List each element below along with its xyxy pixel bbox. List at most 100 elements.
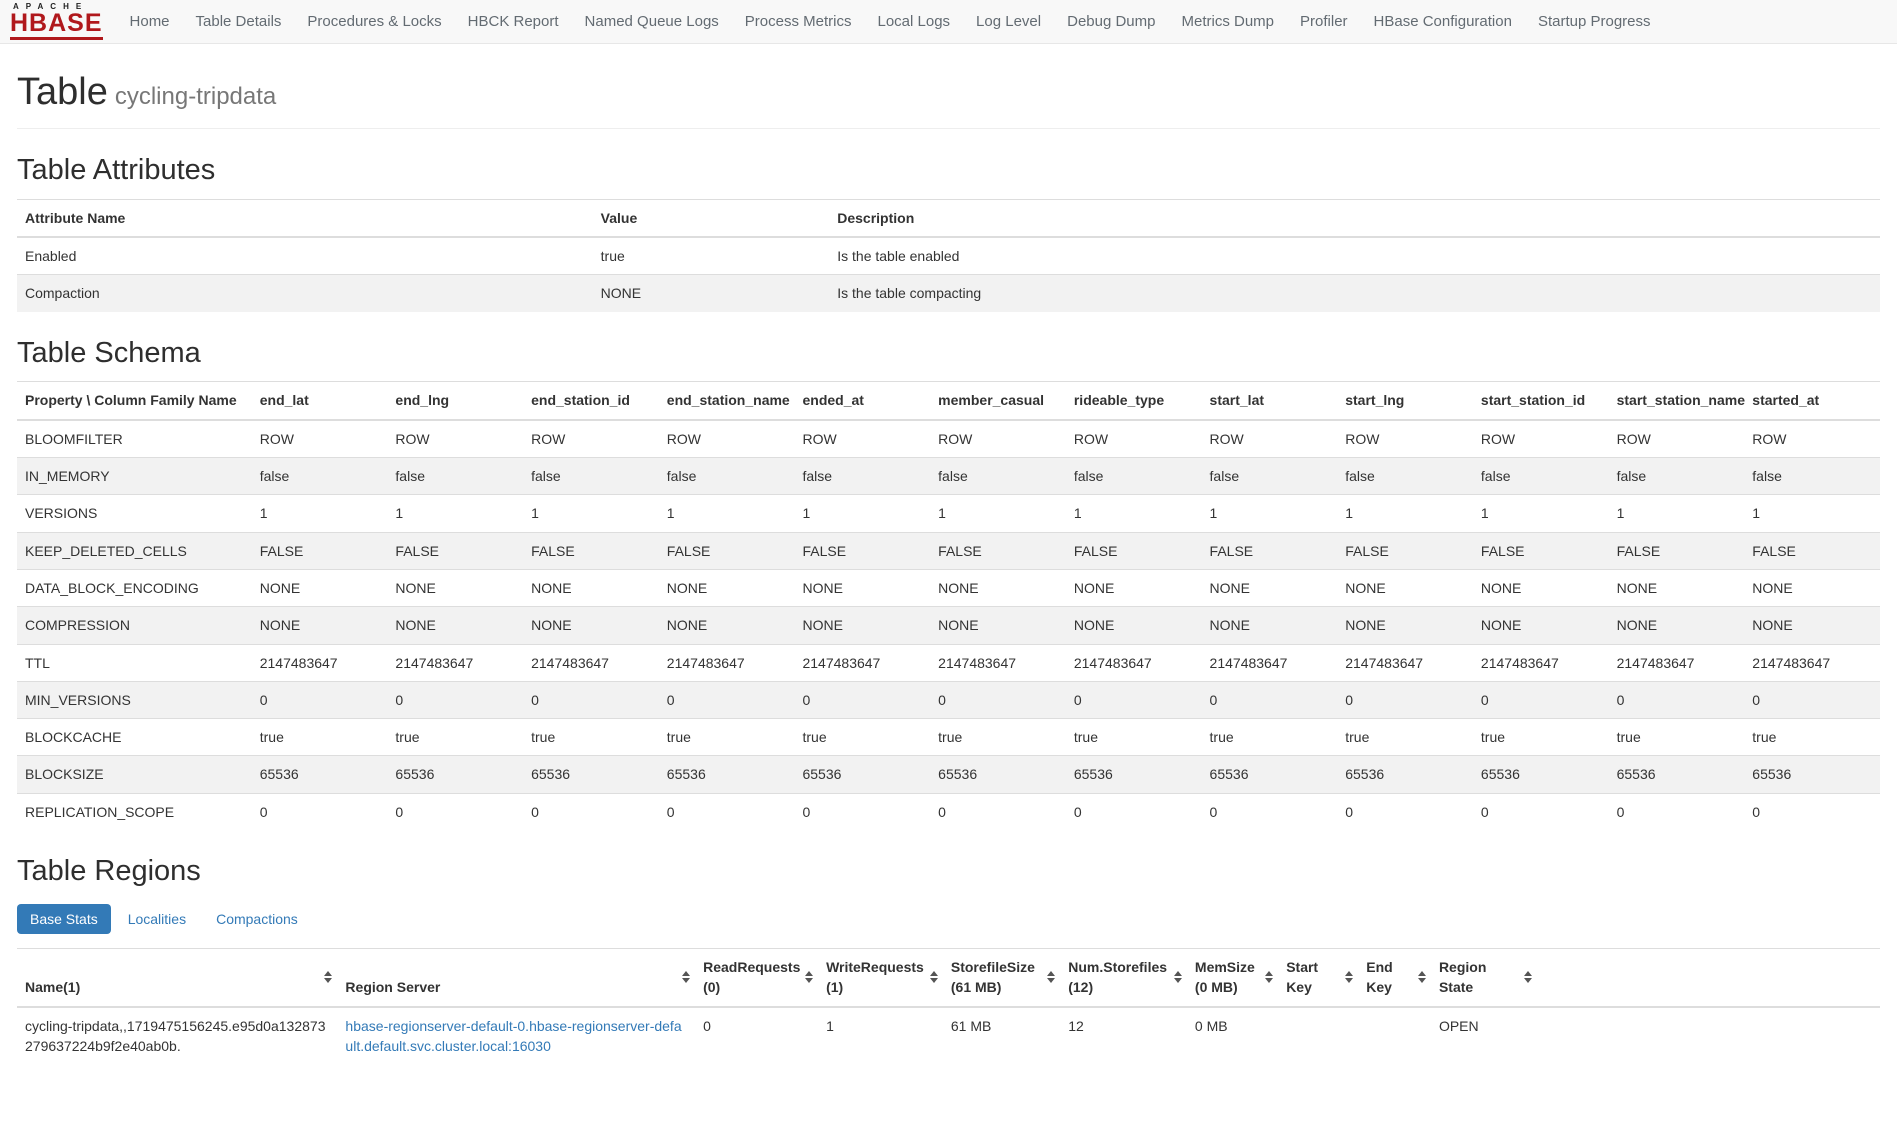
schema-value-cell: 0 [252,793,388,830]
regions-col-storefilesize-61-mb[interactable]: StorefileSize (61 MB) [943,948,1060,1006]
schema-value-cell: 0 [1202,793,1338,830]
nav-item-table-details[interactable]: Table Details [183,1,295,42]
schema-col-ended-at: ended_at [794,382,930,420]
schema-value-cell: 0 [1337,793,1473,830]
schema-table: Property \ Column Family Nameend_latend_… [17,381,1880,830]
schema-value-cell: 65536 [794,756,930,793]
nav-item-process-metrics[interactable]: Process Metrics [732,1,865,42]
schema-value-cell: 0 [252,681,388,718]
schema-value-cell: 1 [1744,495,1880,532]
schema-value-cell: 0 [1473,681,1609,718]
schema-value-cell: ROW [1744,420,1880,458]
regions-col-memsize-0-mb[interactable]: MemSize (0 MB) [1187,948,1278,1006]
schema-value-cell: 0 [387,793,523,830]
attr-col-value: Value [593,199,830,237]
region-cell-name: cycling-tripdata,,1719475156245.e95d0a13… [17,1007,337,1065]
schema-value-cell: ROW [387,420,523,458]
tab-base-stats[interactable]: Base Stats [17,904,111,934]
nav-item-startup-progress[interactable]: Startup Progress [1525,1,1664,42]
schema-value-cell: NONE [794,607,930,644]
schema-value-cell: true [930,719,1066,756]
tab-localities[interactable]: Localities [115,904,199,934]
schema-value-cell: ROW [523,420,659,458]
schema-col-start-lng: start_lng [1337,382,1473,420]
nav-item-metrics-dump[interactable]: Metrics Dump [1169,1,1288,42]
logo-hbase-text: HBASE [10,12,103,40]
schema-value-cell: FALSE [930,532,1066,569]
sort-icon[interactable] [805,971,813,983]
schema-row-replication-scope: REPLICATION_SCOPE000000000000 [17,793,1880,830]
schema-value-cell: 65536 [1337,756,1473,793]
hbase-logo[interactable]: APACHE HBASE [10,3,103,40]
schema-value-cell: false [1744,458,1880,495]
schema-value-cell: 0 [930,681,1066,718]
schema-row-in-memory: IN_MEMORYfalsefalsefalsefalsefalsefalsef… [17,458,1880,495]
nav-item-hbck-report[interactable]: HBCK Report [455,1,572,42]
schema-value-cell: FALSE [659,532,795,569]
tab-compactions[interactable]: Compactions [203,904,311,934]
schema-value-cell: 0 [1744,793,1880,830]
schema-value-cell: 0 [1066,793,1202,830]
sort-icon[interactable] [930,971,938,983]
schema-col-start-station-id: start_station_id [1473,382,1609,420]
schema-value-cell: FALSE [1337,532,1473,569]
sort-icon[interactable] [324,971,332,983]
sort-icon[interactable] [1047,971,1055,983]
schema-value-cell: 0 [1609,681,1745,718]
schema-value-cell: true [1066,719,1202,756]
sort-icon[interactable] [682,971,690,983]
schema-value-cell: 65536 [387,756,523,793]
nav-item-profiler[interactable]: Profiler [1287,1,1361,42]
schema-value-cell: ROW [930,420,1066,458]
sort-icon[interactable] [1418,971,1426,983]
schema-row-versions: VERSIONS111111111111 [17,495,1880,532]
schema-value-cell: NONE [387,607,523,644]
schema-value-cell: true [1744,719,1880,756]
schema-value-cell: 2147483647 [659,644,795,681]
column-label: Region State [1439,959,1486,995]
schema-col-end-station-id: end_station_id [523,382,659,420]
regions-col-writerequests-1[interactable]: WriteRequests (1) [818,948,943,1006]
schema-col-start-station-name: start_station_name [1609,382,1745,420]
nav-item-local-logs[interactable]: Local Logs [864,1,963,42]
schema-value-cell: ROW [252,420,388,458]
navbar-menu: HomeTable DetailsProcedures & LocksHBCK … [117,1,1664,42]
schema-value-cell: false [1473,458,1609,495]
nav-item-home[interactable]: Home [117,1,183,42]
nav-item-procedures-locks[interactable]: Procedures & Locks [294,1,454,42]
region-server-link[interactable]: hbase-regionserver-default-0.hbase-regio… [345,1018,681,1054]
regions-col-readrequests-0[interactable]: ReadRequests (0) [695,948,818,1006]
schema-value-cell: ROW [794,420,930,458]
schema-value-cell: 0 [930,793,1066,830]
schema-value-cell: NONE [1337,607,1473,644]
regions-col-name-1[interactable]: Name(1) [17,948,337,1006]
regions-col-end-key[interactable]: End Key [1358,948,1431,1006]
regions-col-region-state[interactable]: Region State [1431,948,1537,1006]
schema-value-cell: true [1202,719,1338,756]
regions-col-start-key[interactable]: Start Key [1278,948,1358,1006]
nav-item-named-queue-logs[interactable]: Named Queue Logs [572,1,732,42]
schema-value-cell: FALSE [1744,532,1880,569]
schema-value-cell: 0 [387,681,523,718]
schema-value-cell: 0 [1337,681,1473,718]
schema-property-cell: BLOCKCACHE [17,719,252,756]
sort-icon[interactable] [1174,971,1182,983]
schema-value-cell: 1 [1609,495,1745,532]
schema-row-keep-deleted-cells: KEEP_DELETED_CELLSFALSEFALSEFALSEFALSEFA… [17,532,1880,569]
nav-item-log-level[interactable]: Log Level [963,1,1054,42]
sort-icon[interactable] [1345,971,1353,983]
regions-col-num-storefiles-12[interactable]: Num.Storefiles (12) [1060,948,1187,1006]
nav-item-hbase-configuration[interactable]: HBase Configuration [1361,1,1525,42]
schema-value-cell: true [659,719,795,756]
schema-value-cell: ROW [1473,420,1609,458]
schema-value-cell: FALSE [794,532,930,569]
schema-value-cell: false [252,458,388,495]
nav-item-debug-dump[interactable]: Debug Dump [1054,1,1168,42]
schema-heading: Table Schema [17,338,1880,370]
schema-value-cell: 1 [1066,495,1202,532]
main-content: Tablecycling-tripdata Table Attributes A… [0,72,1897,1128]
sort-icon[interactable] [1265,971,1273,983]
regions-col-region-server[interactable]: Region Server [337,948,695,1006]
sort-icon[interactable] [1524,971,1532,983]
region-cell-end-key [1358,1007,1431,1065]
